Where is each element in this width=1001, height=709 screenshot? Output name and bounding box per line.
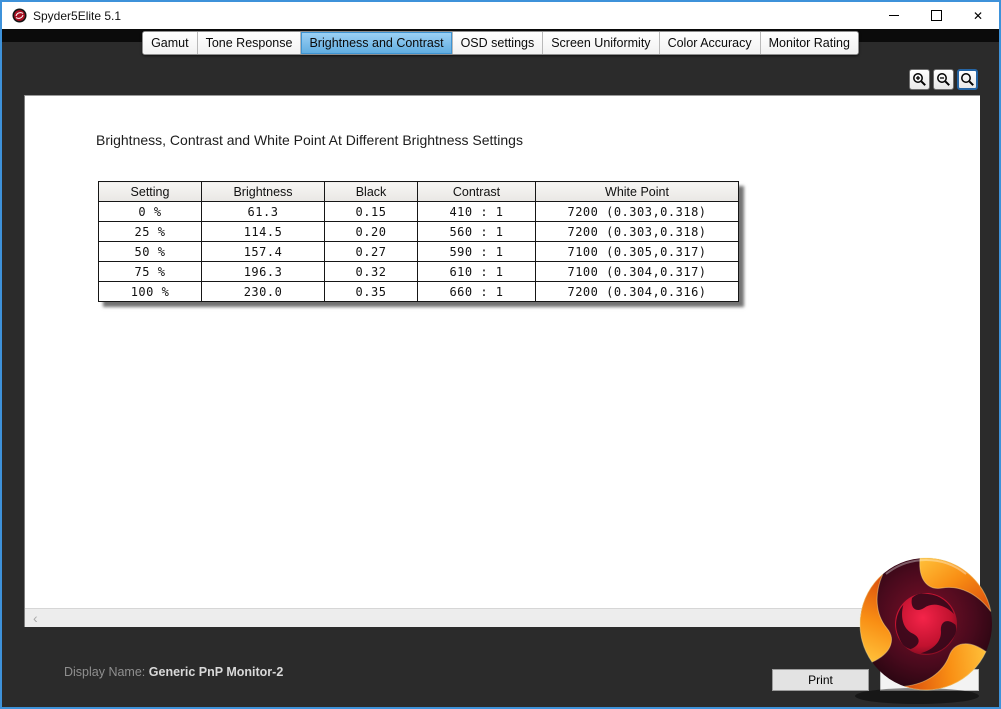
scroll-left-icon[interactable]: ‹ — [33, 611, 38, 625]
col-header-black: Black — [324, 181, 418, 202]
zoom-toolbar — [909, 69, 978, 90]
cell-contrast: 590 : 1 — [417, 241, 536, 262]
table-row: 25 % 114.5 0.20 560 : 1 7200 (0.303,0.31… — [98, 221, 739, 242]
close-icon: ✕ — [972, 8, 984, 23]
maximize-button[interactable] — [915, 2, 957, 29]
cell-black: 0.32 — [324, 261, 418, 282]
brightness-contrast-table: Setting Brightness Black Contrast White … — [98, 181, 739, 302]
cell-contrast: 560 : 1 — [417, 221, 536, 242]
page-title: Brightness, Contrast and White Point At … — [96, 132, 523, 148]
minimize-icon — [889, 15, 899, 16]
minimize-button[interactable] — [873, 2, 915, 29]
app-window: Spyder5Elite 5.1 ✕ Gamut Tone Response B… — [0, 0, 1001, 709]
title-bar: Spyder5Elite 5.1 ✕ — [2, 2, 999, 29]
tab-color-accuracy[interactable]: Color Accuracy — [658, 32, 760, 54]
zoom-in-icon — [913, 73, 926, 86]
cell-setting: 50 % — [98, 241, 202, 262]
window-title: Spyder5Elite 5.1 — [33, 8, 122, 23]
col-header-whitepoint: White Point — [535, 181, 739, 202]
table-header-row: Setting Brightness Black Contrast White … — [98, 181, 739, 202]
tab-bar: Gamut Tone Response Brightness and Contr… — [2, 31, 999, 55]
table-row: 50 % 157.4 0.27 590 : 1 7100 (0.305,0.31… — [98, 241, 739, 262]
close-button[interactable]: ✕ — [957, 2, 999, 29]
cell-setting: 25 % — [98, 221, 202, 242]
cell-whitepoint: 7100 (0.305,0.317) — [535, 241, 739, 262]
cell-black: 0.15 — [324, 201, 418, 222]
table-row: 100 % 230.0 0.35 660 : 1 7200 (0.304,0.3… — [98, 281, 739, 302]
cell-contrast: 660 : 1 — [417, 281, 536, 302]
display-name-label: Display Name: — [64, 665, 146, 679]
obscured-button[interactable] — [880, 669, 979, 691]
cell-setting: 0 % — [98, 201, 202, 222]
tab-monitor-rating[interactable]: Monitor Rating — [759, 32, 858, 54]
zoom-out-icon — [937, 73, 950, 86]
cell-black: 0.20 — [324, 221, 418, 242]
cell-contrast: 610 : 1 — [417, 261, 536, 282]
cell-setting: 75 % — [98, 261, 202, 282]
zoom-in-button[interactable] — [909, 69, 930, 90]
horizontal-scrollbar[interactable]: ‹ — [25, 608, 980, 627]
col-header-contrast: Contrast — [417, 181, 536, 202]
col-header-setting: Setting — [98, 181, 202, 202]
tab-gamut[interactable]: Gamut — [143, 32, 197, 54]
cell-whitepoint: 7200 (0.303,0.318) — [535, 201, 739, 222]
cell-black: 0.35 — [324, 281, 418, 302]
tab-screen-uniformity[interactable]: Screen Uniformity — [542, 32, 659, 54]
cell-whitepoint: 7200 (0.303,0.318) — [535, 221, 739, 242]
cell-whitepoint: 7100 (0.304,0.317) — [535, 261, 739, 282]
zoom-out-button[interactable] — [933, 69, 954, 90]
cell-whitepoint: 7200 (0.304,0.316) — [535, 281, 739, 302]
app-logo-icon — [12, 8, 27, 23]
zoom-reset-button[interactable] — [957, 69, 978, 90]
zoom-reset-icon — [961, 73, 974, 86]
cell-setting: 100 % — [98, 281, 202, 302]
cell-brightness: 196.3 — [201, 261, 325, 282]
maximize-icon — [930, 10, 942, 21]
cell-black: 0.27 — [324, 241, 418, 262]
table-row: 75 % 196.3 0.32 610 : 1 7100 (0.304,0.31… — [98, 261, 739, 282]
print-button[interactable]: Print — [772, 669, 869, 691]
tab-brightness-and-contrast[interactable]: Brightness and Contrast — [300, 32, 452, 54]
report-page: Brightness, Contrast and White Point At … — [24, 95, 980, 627]
col-header-brightness: Brightness — [201, 181, 325, 202]
tab-tone-response[interactable]: Tone Response — [196, 32, 301, 54]
display-name-value: Generic PnP Monitor-2 — [148, 665, 284, 679]
display-name-text: Display Name: Generic PnP Monitor-2 — [64, 665, 283, 679]
tab-osd-settings[interactable]: OSD settings — [451, 32, 543, 54]
cell-brightness: 61.3 — [201, 201, 325, 222]
cell-brightness: 157.4 — [201, 241, 325, 262]
cell-brightness: 230.0 — [201, 281, 325, 302]
cell-contrast: 410 : 1 — [417, 201, 536, 222]
cell-brightness: 114.5 — [201, 221, 325, 242]
table-row: 0 % 61.3 0.15 410 : 1 7200 (0.303,0.318) — [98, 201, 739, 222]
